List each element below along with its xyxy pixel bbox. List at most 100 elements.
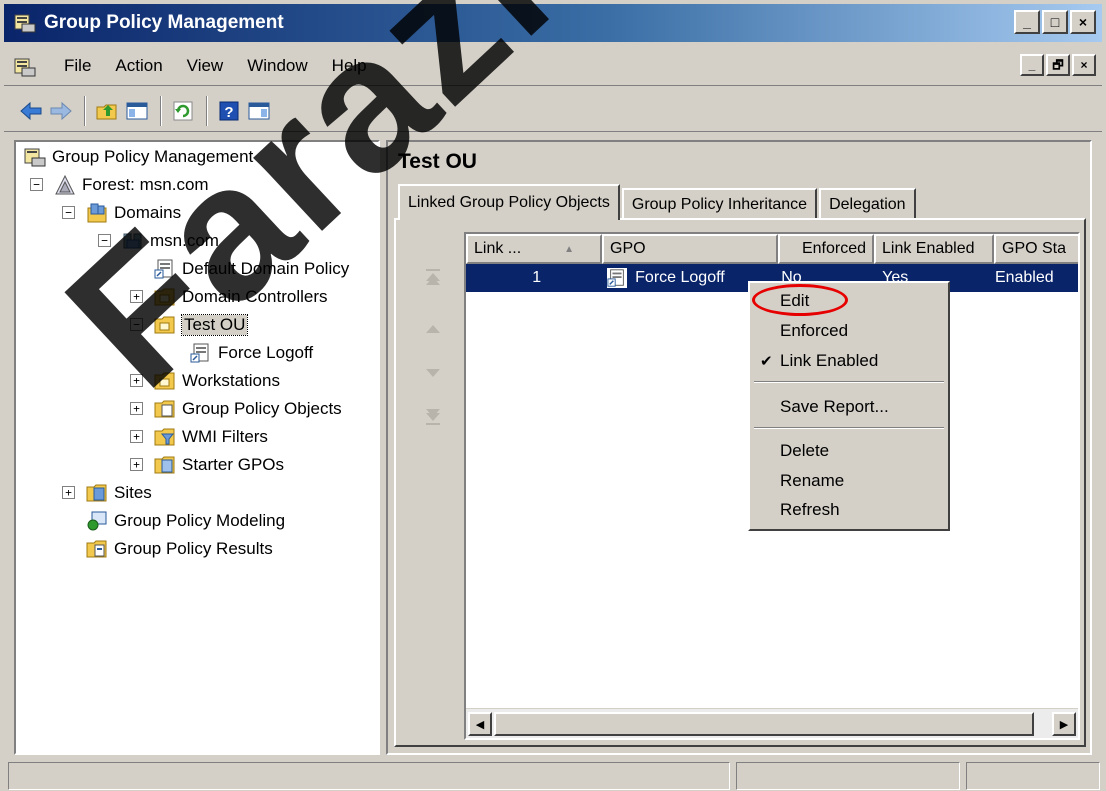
tree-item-msn-com[interactable]: msn.com: [122, 228, 219, 254]
menu-action[interactable]: Action: [103, 56, 174, 76]
tree-item-gp-modeling[interactable]: Group Policy Modeling: [86, 508, 285, 534]
tree-collapse-toggle[interactable]: −: [62, 206, 75, 219]
child-minimize-button[interactable]: _: [1020, 54, 1044, 76]
tree-collapse-toggle[interactable]: −: [130, 318, 143, 331]
menu-view[interactable]: View: [175, 56, 236, 76]
context-menu: Edit Enforced ✔ Link Enabled Save Report…: [748, 281, 950, 531]
scroll-thumb[interactable]: [494, 712, 1034, 736]
tree-item-gpm-root[interactable]: Group Policy Management: [24, 144, 253, 170]
console-menu-icon[interactable]: [14, 56, 36, 78]
tab-delegation[interactable]: Delegation: [819, 188, 916, 220]
status-panel-3: [966, 762, 1100, 790]
tree-item-workstations[interactable]: Workstations: [154, 368, 280, 394]
forward-arrow-icon[interactable]: [48, 98, 74, 124]
tree-label: Domain Controllers: [182, 287, 328, 306]
tree-expand-toggle[interactable]: +: [130, 290, 143, 303]
menu-item-refresh[interactable]: Refresh: [780, 496, 840, 524]
child-restore-button[interactable]: 🗗: [1046, 54, 1070, 76]
menu-window[interactable]: Window: [235, 56, 319, 76]
tree-item-domain-controllers[interactable]: Domain Controllers: [154, 284, 328, 310]
help-icon[interactable]: ?: [216, 98, 242, 124]
domain-icon: [122, 230, 144, 252]
tree-expand-toggle[interactable]: +: [130, 430, 143, 443]
column-gpo-status[interactable]: GPO Sta: [994, 234, 1078, 264]
menu-item-link-enabled[interactable]: Link Enabled: [780, 347, 878, 375]
tree-item-force-logoff[interactable]: Force Logoff: [190, 340, 313, 366]
column-gpo[interactable]: GPO: [602, 234, 778, 264]
menu-help[interactable]: Help: [320, 56, 379, 76]
menu-item-delete[interactable]: Delete: [780, 437, 829, 465]
tree-item-forest[interactable]: Forest: msn.com: [54, 172, 209, 198]
gpo-link-icon: [190, 342, 212, 364]
tree-expand-toggle[interactable]: +: [130, 402, 143, 415]
move-to-bottom-icon[interactable]: [420, 404, 446, 430]
child-close-button[interactable]: ×: [1072, 54, 1096, 76]
show-action-pane-icon[interactable]: [246, 98, 272, 124]
tree-label: Group Policy Results: [114, 539, 273, 558]
tree-label: Group Policy Modeling: [114, 511, 286, 530]
toolbar-separator: [206, 96, 208, 126]
menu-item-rename[interactable]: Rename: [780, 467, 844, 495]
tree-expand-toggle[interactable]: +: [130, 458, 143, 471]
tree-item-group-policy-objects[interactable]: Group Policy Objects: [154, 396, 342, 422]
tab-panel-linked-gpos: Link ... ▲ GPO Enforced Link Enabled GPO…: [394, 218, 1086, 747]
tree-collapse-toggle[interactable]: −: [30, 178, 43, 191]
tab-gp-inheritance[interactable]: Group Policy Inheritance: [621, 188, 818, 220]
toolbar: ?: [4, 88, 1102, 132]
tree-expand-toggle[interactable]: +: [130, 374, 143, 387]
tab-linked-gpos[interactable]: Linked Group Policy Objects: [398, 184, 620, 220]
gpo-container-icon: [154, 398, 176, 420]
status-panel-main: [8, 762, 730, 790]
maximize-button[interactable]: □: [1042, 10, 1068, 34]
minimize-button[interactable]: _: [1014, 10, 1040, 34]
move-to-top-icon[interactable]: [420, 264, 446, 290]
tree-item-default-domain-policy[interactable]: Default Domain Policy: [154, 256, 349, 282]
tree-label: Sites: [114, 483, 152, 502]
tree-item-wmi-filters[interactable]: WMI Filters: [154, 424, 268, 450]
svg-text:?: ?: [224, 104, 233, 121]
ou-folder-icon: [154, 370, 176, 392]
move-up-icon[interactable]: [420, 316, 446, 342]
scroll-left-button[interactable]: ◀: [468, 712, 492, 736]
tree-label: Force Logoff: [218, 343, 314, 362]
tree-label: Group Policy Objects: [182, 399, 342, 418]
tree-item-test-ou[interactable]: Test OU: [154, 312, 249, 338]
checkmark-icon: ✔: [760, 353, 773, 370]
gpm-console-icon: [24, 146, 46, 168]
tree-item-gp-results[interactable]: Group Policy Results: [86, 536, 273, 562]
back-arrow-icon[interactable]: [18, 98, 44, 124]
menu-item-save-report[interactable]: Save Report...: [780, 393, 889, 421]
show-hide-tree-icon[interactable]: [124, 98, 150, 124]
move-down-icon[interactable]: [420, 360, 446, 386]
column-link-enabled[interactable]: Link Enabled: [874, 234, 994, 264]
scroll-right-button[interactable]: ▶: [1052, 712, 1076, 736]
column-label: Link ...: [474, 240, 522, 257]
tree-collapse-toggle[interactable]: −: [98, 234, 111, 247]
menu-item-enforced[interactable]: Enforced: [780, 317, 848, 345]
tab-strip: Linked Group Policy Objects Group Policy…: [398, 184, 918, 220]
column-enforced[interactable]: Enforced: [778, 234, 874, 264]
details-pane: Test OU Linked Group Policy Objects Grou…: [386, 140, 1102, 755]
tree-item-domains[interactable]: Domains: [86, 200, 181, 226]
cell-gpo-status: Enabled: [994, 269, 1054, 286]
close-button[interactable]: ×: [1070, 10, 1096, 34]
toolbar-separator: [160, 96, 162, 126]
status-bar: [4, 760, 1102, 791]
tree-item-sites[interactable]: Sites: [86, 480, 152, 506]
title-bar[interactable]: Group Policy Management _ □ ×: [4, 4, 1102, 42]
horizontal-scrollbar[interactable]: ◀ ▶: [466, 708, 1078, 738]
tree-label: Forest: msn.com: [82, 175, 209, 194]
column-link-order[interactable]: Link ... ▲: [466, 234, 602, 264]
menu-file[interactable]: File: [52, 56, 103, 76]
tree-label: WMI Filters: [182, 427, 268, 446]
tree-item-starter-gpos[interactable]: Starter GPOs: [154, 452, 284, 478]
results-icon: [86, 538, 108, 560]
sort-ascending-icon: ▲: [564, 243, 574, 255]
refresh-icon[interactable]: [170, 98, 196, 124]
up-folder-icon[interactable]: [94, 98, 120, 124]
gpo-link-icon: [607, 268, 628, 288]
menu-bar: File Action View Window Help _ 🗗 ×: [4, 46, 1102, 86]
tree-expand-toggle[interactable]: +: [62, 486, 75, 499]
tree-label: Workstations: [182, 371, 280, 390]
ou-folder-icon: [154, 314, 176, 336]
